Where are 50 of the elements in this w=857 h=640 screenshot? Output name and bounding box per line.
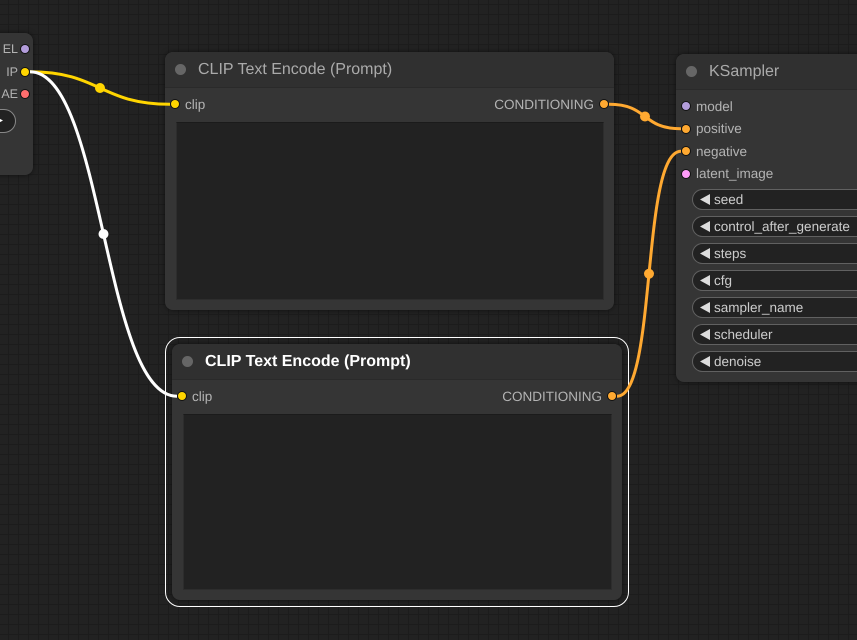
- output-label: AE: [1, 87, 18, 102]
- left-arrow-icon[interactable]: [700, 221, 710, 232]
- left-arrow-icon[interactable]: [700, 302, 710, 313]
- link-wire[interactable]: [616, 150, 682, 398]
- output-socket[interactable]: [21, 68, 29, 76]
- node-card[interactable]: KSampler model positive negative latent_image seed control_after_generate steps cfg sampler_name scheduler denoise: [676, 54, 857, 382]
- prompt-field[interactable]: [176, 122, 604, 300]
- output-label: IP: [6, 64, 18, 79]
- input-label: negative: [696, 144, 748, 159]
- input-label: positive: [696, 121, 742, 136]
- left-arrow-icon[interactable]: [700, 329, 710, 340]
- widget-field[interactable]: control_after_generate: [692, 216, 857, 237]
- left-arrow-icon[interactable]: [700, 275, 710, 286]
- input-label: clip: [185, 96, 206, 112]
- input-label: clip: [192, 388, 212, 404]
- prompt-field[interactable]: [183, 414, 612, 590]
- left-arrow-icon[interactable]: [700, 194, 710, 205]
- widget-field[interactable]: denoise: [692, 351, 857, 372]
- output-label: EL: [2, 42, 18, 56]
- output-socket[interactable]: [600, 100, 608, 108]
- collapse-dot-icon[interactable]: [175, 64, 186, 75]
- node-title: CLIP Text Encode (Prompt): [205, 352, 411, 370]
- output-label: CONDITIONING: [494, 96, 594, 112]
- widget-field[interactable]: sampler_name: [692, 297, 857, 318]
- input-socket[interactable]: [171, 100, 179, 108]
- node-title: CLIP Text Encode (Prompt): [198, 60, 392, 78]
- node-card[interactable]: CLIP Text Encode (Prompt) clip CONDITIONING: [172, 344, 622, 600]
- output-socket[interactable]: [21, 90, 29, 98]
- left-arrow-icon[interactable]: [700, 248, 710, 259]
- input-label: latent_image: [696, 166, 774, 182]
- input-socket[interactable]: [178, 392, 186, 400]
- widget-field[interactable]: steps: [692, 243, 857, 264]
- input-socket[interactable]: [682, 102, 690, 110]
- left-arrow-icon[interactable]: [700, 356, 710, 367]
- node-card[interactable]: CLIP Text Encode (Prompt) clip CONDITIONING: [165, 52, 614, 310]
- node-title: KSampler: [709, 62, 780, 80]
- input-socket[interactable]: [682, 147, 690, 156]
- widget-field[interactable]: scheduler: [692, 324, 857, 345]
- input-label: model: [696, 98, 733, 114]
- collapse-dot-icon[interactable]: [686, 66, 697, 77]
- output-socket[interactable]: [608, 392, 616, 400]
- collapse-dot-icon[interactable]: [182, 356, 193, 367]
- input-socket[interactable]: [682, 124, 690, 133]
- output-socket[interactable]: [21, 45, 29, 54]
- widget-field[interactable]: seed: [692, 189, 857, 210]
- node-card[interactable]: EL IP AE: [0, 33, 33, 175]
- widget-field[interactable]: cfg: [692, 270, 857, 291]
- link-wire[interactable]: [608, 102, 682, 130]
- input-socket[interactable]: [682, 170, 690, 178]
- output-label: CONDITIONING: [502, 388, 602, 404]
